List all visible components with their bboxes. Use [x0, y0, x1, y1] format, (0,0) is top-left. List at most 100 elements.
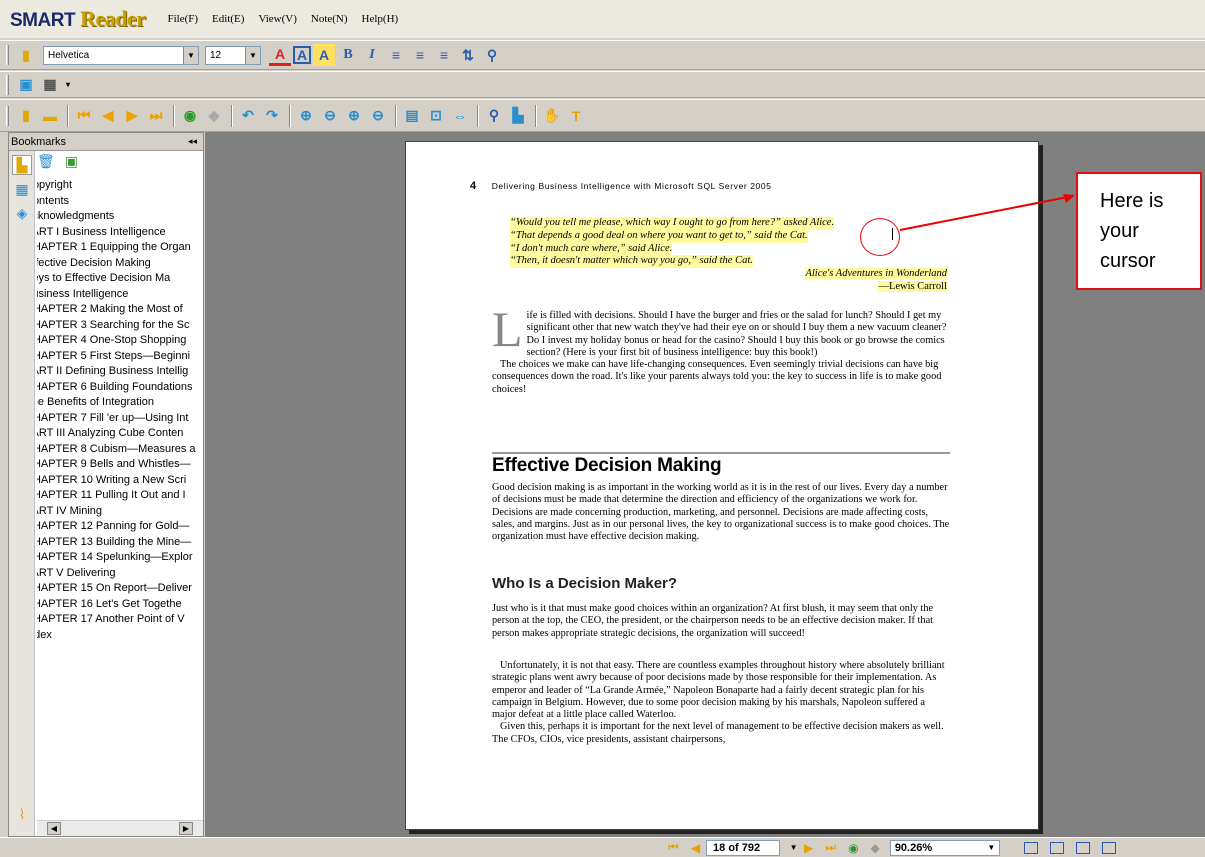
bookmark-item[interactable]: PART IV Mining — [37, 504, 203, 520]
menu-help[interactable]: Help(H) — [362, 13, 399, 25]
align-center-icon[interactable]: ≡ — [409, 44, 431, 66]
previous-page-icon[interactable]: ◀ — [691, 841, 700, 855]
toolbar-grip[interactable] — [6, 45, 9, 65]
bookmark-item[interactable]: PART III Analyzing Cube Conten — [37, 426, 203, 442]
next-page-icon[interactable]: ▶ — [121, 105, 143, 127]
save-icon[interactable]: ▬ — [39, 105, 61, 127]
vertical-text-icon[interactable]: ⇅ — [457, 44, 479, 66]
back-icon[interactable]: ◉ — [848, 841, 858, 855]
facing-view-icon[interactable] — [1075, 841, 1090, 854]
bookmark-item[interactable]: CHAPTER 7 Fill 'er up—Using Int — [37, 411, 203, 427]
back-icon[interactable]: ◉ — [179, 105, 201, 127]
chevron-down-icon[interactable]: ▼ — [984, 841, 999, 855]
bookmark-item[interactable]: CHAPTER 8 Cubism—Measures a — [37, 442, 203, 458]
bookmark-item[interactable]: CHAPTER 1 Equipping the Organ — [37, 240, 203, 256]
fit-page-icon[interactable]: ⊡ — [425, 105, 447, 127]
toolbar-grip[interactable] — [6, 105, 9, 126]
bookmark-item[interactable]: CHAPTER 5 First Steps—Beginni — [37, 349, 203, 365]
open-icon[interactable]: ▮ — [15, 105, 37, 127]
last-page-icon[interactable]: ⏭ — [825, 840, 836, 855]
bookmark-item[interactable]: CHAPTER 13 Building the Mine— — [37, 535, 203, 551]
collapse-panel-icon[interactable]: ◂◂ — [188, 136, 197, 147]
document-viewport[interactable]: 4 Delivering Business Intelligence with … — [205, 132, 1205, 837]
zoom-plus-icon[interactable]: ⊕ — [343, 105, 365, 127]
next-page-icon[interactable]: ▶ — [804, 841, 813, 855]
menu-note[interactable]: Note(N) — [311, 13, 348, 25]
bookmark-item[interactable]: Keys to Effective Decision Ma — [37, 271, 203, 287]
zoom-minus-icon[interactable]: ⊖ — [367, 105, 389, 127]
first-page-icon[interactable]: ⏮ — [73, 105, 95, 127]
bookmark-item[interactable]: Contents — [37, 194, 203, 210]
bookmark-item[interactable]: CHAPTER 11 Pulling It Out and I — [37, 488, 203, 504]
chevron-down-icon[interactable]: ▼ — [183, 46, 198, 64]
single-page-view-icon[interactable] — [1023, 841, 1038, 854]
layers-tab-icon[interactable]: ◈ — [12, 203, 32, 223]
menu-edit[interactable]: Edit(E) — [212, 13, 244, 25]
menu-file[interactable]: File(F) — [167, 13, 198, 25]
forward-icon[interactable]: ◆ — [203, 105, 225, 127]
bookmark-item[interactable]: CHAPTER 15 On Report—Deliver — [37, 581, 203, 597]
hand-tool-icon[interactable]: ✋ — [541, 105, 563, 127]
continuous-view-icon[interactable] — [1049, 841, 1064, 854]
scroll-right-icon[interactable]: ▶ — [179, 822, 193, 835]
bookmark-item[interactable]: CHAPTER 4 One-Stop Shopping — [37, 333, 203, 349]
bookmark-item[interactable]: CHAPTER 12 Panning for Gold— — [37, 519, 203, 535]
bookmark-item[interactable]: CHAPTER 3 Searching for the Sc — [37, 318, 203, 334]
bookmark-item[interactable]: PART V Delivering — [37, 566, 203, 582]
font-family-select[interactable]: Helvetica ▼ — [43, 45, 199, 65]
note-add-icon[interactable]: ▣ — [15, 74, 37, 96]
horizontal-scrollbar[interactable]: ◀ ▶ — [37, 820, 203, 836]
last-page-icon[interactable]: ⏭ — [145, 105, 167, 127]
bookmarks-tab-icon[interactable]: ▙ — [12, 155, 32, 175]
bookmark-item[interactable]: CHAPTER 17 Another Point of V — [37, 612, 203, 628]
add-bookmark-icon[interactable]: ▣ — [65, 153, 78, 170]
bookmark-item[interactable]: Business Intelligence — [37, 287, 203, 303]
open-file-icon[interactable]: ▮ — [15, 44, 37, 66]
chevron-down-icon[interactable]: ▾ — [63, 74, 73, 96]
highlight-color-icon[interactable]: A — [313, 44, 335, 66]
bookmark-item[interactable]: CHAPTER 10 Writing a New Scri — [37, 473, 203, 489]
thumbnails-tab-icon[interactable]: ▦ — [12, 179, 32, 199]
text-color-icon[interactable]: A — [269, 44, 291, 66]
italic-icon[interactable]: I — [361, 44, 383, 66]
first-page-icon[interactable]: ⏮ — [668, 840, 679, 855]
bookmark-item[interactable]: Index — [37, 628, 203, 644]
bookmark-icon[interactable]: ▙ — [507, 105, 529, 127]
document-page[interactable]: 4 Delivering Business Intelligence with … — [405, 141, 1039, 830]
zoom-level-input[interactable]: 90.26% ▼ — [889, 839, 1000, 856]
text-select-icon[interactable]: T — [565, 105, 587, 127]
bookmark-item[interactable]: PART I Business Intelligence — [37, 225, 203, 241]
fit-width-icon[interactable]: ⇔ — [449, 105, 471, 127]
align-left-icon[interactable]: ≡ — [385, 44, 407, 66]
delete-bookmark-icon[interactable]: 🗑 — [37, 153, 55, 170]
font-size-select[interactable]: 12 ▼ — [205, 45, 261, 65]
search-icon[interactable]: ⚲ — [483, 105, 505, 127]
page-number-input[interactable]: 18 of 792 ▼ — [706, 839, 798, 856]
bookmark-item[interactable]: Acknowledgments — [37, 209, 203, 225]
previous-page-icon[interactable]: ◀ — [97, 105, 119, 127]
bookmark-item[interactable]: Copyright — [37, 178, 203, 194]
toolbar-grip[interactable] — [6, 74, 9, 95]
zoom-out-icon[interactable]: ⊖ — [319, 105, 341, 127]
bookmark-item[interactable]: PART II Defining Business Intellig — [37, 364, 203, 380]
text-border-icon[interactable]: A — [293, 46, 311, 64]
continuous-facing-view-icon[interactable] — [1101, 841, 1116, 854]
bookmark-item[interactable]: CHAPTER 16 Let's Get Togethe — [37, 597, 203, 613]
find-icon[interactable]: ⚲ — [481, 44, 503, 66]
bookmark-item[interactable]: CHAPTER 14 Spelunking—Explor — [37, 550, 203, 566]
rotate-right-icon[interactable]: ↷ — [261, 105, 283, 127]
forward-icon[interactable]: ◆ — [871, 841, 880, 855]
chevron-down-icon[interactable]: ▼ — [245, 46, 260, 64]
bookmark-item[interactable]: CHAPTER 9 Bells and Whistles— — [37, 457, 203, 473]
pattern-fill-icon[interactable]: ▦ — [39, 74, 61, 96]
chevron-down-icon[interactable]: ▼ — [786, 841, 801, 855]
actual-size-icon[interactable]: ▤ — [401, 105, 423, 127]
bookmark-item[interactable]: Effective Decision Making — [37, 256, 203, 272]
attachment-tab-icon[interactable]: ⌇ — [12, 804, 32, 824]
rotate-left-icon[interactable]: ↶ — [237, 105, 259, 127]
zoom-in-icon[interactable]: ⊕ — [295, 105, 317, 127]
bold-icon[interactable]: B — [337, 44, 359, 66]
bookmark-item[interactable]: The Benefits of Integration — [37, 395, 203, 411]
bookmark-item[interactable]: CHAPTER 2 Making the Most of — [37, 302, 203, 318]
menu-view[interactable]: View(V) — [258, 13, 296, 25]
